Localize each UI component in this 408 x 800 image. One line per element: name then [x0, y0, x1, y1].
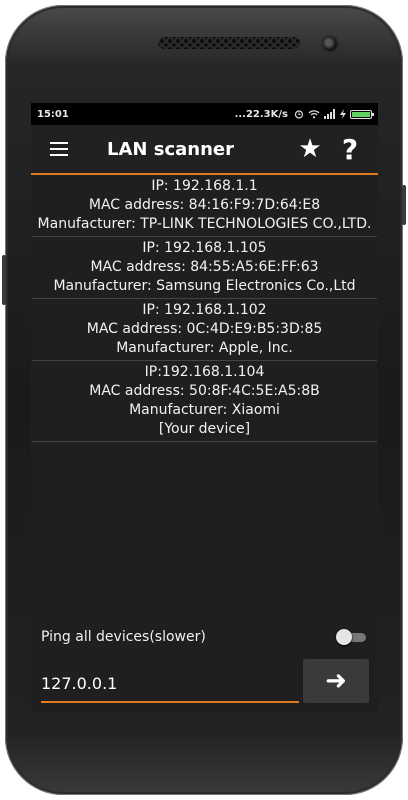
charging-icon	[340, 109, 346, 119]
device-ip: IP: 192.168.1.102	[142, 302, 267, 318]
app-bar: LAN scanner ★ ?	[31, 125, 378, 175]
device-manufacturer: Manufacturer: TP-LINK TECHNOLOGIES CO.,L…	[37, 216, 372, 232]
arrow-right-icon: ➜	[325, 666, 347, 696]
device-list-item[interactable]: IP:192.168.1.104 MAC address: 50:8F:4C:5…	[32, 361, 377, 442]
battery-icon	[350, 109, 374, 119]
front-camera	[323, 37, 337, 51]
status-time: 15:01	[37, 108, 69, 120]
alarm-icon	[294, 110, 304, 119]
device-list: IP: 192.168.1.1 MAC address: 84:16:F9:7D…	[31, 175, 378, 442]
ip-input-row: ➜	[31, 659, 378, 703]
device-list-item[interactable]: IP: 192.168.1.102 MAC address: 0C:4D:E9:…	[32, 299, 377, 361]
power-button	[402, 185, 406, 225]
volume-button	[2, 255, 6, 305]
menu-button[interactable]	[37, 124, 81, 174]
device-list-item[interactable]: IP: 192.168.1.1 MAC address: 84:16:F9:7D…	[32, 175, 377, 237]
app-title: LAN scanner	[107, 138, 234, 160]
device-manufacturer: Manufacturer: Xiaomi	[129, 402, 280, 418]
help-button[interactable]: ?	[330, 124, 370, 174]
status-bar: 15:01 ...22.3K/s	[31, 103, 378, 125]
scan-go-button[interactable]: ➜	[303, 659, 369, 703]
earpiece-speaker	[158, 37, 300, 49]
screen: 15:01 ...22.3K/s LAN scanner ★ ? IP: 192…	[31, 103, 378, 713]
device-manufacturer: Manufacturer: Samsung Electronics Co.,Lt…	[53, 278, 356, 294]
ping-all-toggle[interactable]	[336, 629, 368, 645]
help-icon: ?	[341, 132, 359, 166]
ip-address-input[interactable]	[41, 665, 299, 703]
device-manufacturer: Manufacturer: Apple, Inc.	[116, 340, 293, 356]
status-icons	[294, 109, 374, 119]
favorite-button[interactable]: ★	[290, 124, 330, 174]
star-icon: ★	[298, 134, 322, 164]
device-ip: IP: 192.168.1.105	[142, 240, 267, 256]
own-device-note: [Your device]	[158, 421, 251, 437]
device-ip: IP:192.168.1.104	[144, 364, 265, 380]
signal-icon	[324, 109, 335, 119]
hamburger-menu-icon	[50, 142, 68, 156]
ping-all-label: Ping all devices(slower)	[41, 629, 206, 645]
toggle-thumb	[336, 629, 352, 645]
ping-row: Ping all devices(slower)	[31, 623, 378, 651]
network-speed: ...22.3K/s	[234, 108, 288, 120]
device-mac: MAC address: 0C:4D:E9:B5:3D:85	[86, 321, 323, 337]
device-list-item[interactable]: IP: 192.168.1.105 MAC address: 84:55:A5:…	[32, 237, 377, 299]
device-mac: MAC address: 84:55:A5:6E:FF:63	[90, 259, 319, 275]
device-mac: MAC address: 50:8F:4C:5E:A5:8B	[89, 383, 320, 399]
device-mac: MAC address: 84:16:F9:7D:64:E8	[88, 197, 321, 213]
wifi-icon	[308, 110, 320, 119]
device-ip: IP: 192.168.1.1	[151, 178, 258, 194]
scan-controls: Ping all devices(slower) ➜	[31, 623, 378, 703]
